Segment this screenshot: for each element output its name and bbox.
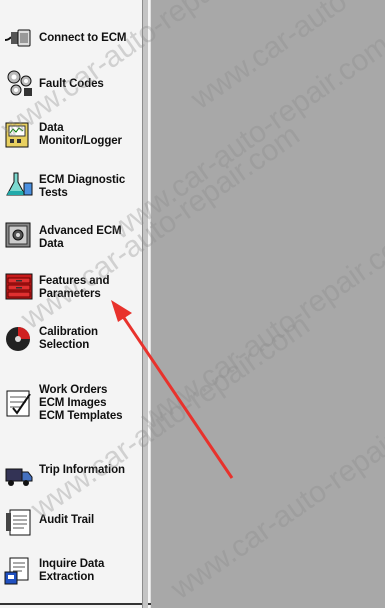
trip-truck-icon: [5, 468, 33, 486]
sidebar-item-connect-to-ecm[interactable]: Connect to ECM: [4, 24, 138, 54]
diagnostic-flask-icon: [6, 172, 33, 196]
calibration-disc-icon: [6, 327, 30, 351]
connector-cable-icon: [4, 29, 31, 47]
features-toolbox-icon: [5, 273, 33, 300]
sidebar-item-calibration-selection[interactable]: Calibration Selection: [4, 324, 138, 354]
sidebar-item-data-monitor-logger[interactable]: Data Monitor/Logger: [4, 120, 138, 150]
sidebar-bottom-border: [0, 603, 151, 605]
sidebar-item-advanced-ecm-data[interactable]: Advanced ECM Data: [4, 221, 138, 251]
sidebar-item-trip-information[interactable]: Trip Information: [4, 459, 138, 489]
advanced-data-icon: [5, 222, 31, 248]
sidebar-item-audit-trail[interactable]: Audit Trail: [4, 507, 138, 537]
sidebar-item-work-orders[interactable]: Work Orders ECM Images ECM Templates: [4, 384, 138, 423]
audit-trail-icon: [6, 509, 31, 536]
sidebar-scroll-edge: [142, 0, 148, 608]
sidebar-item-ecm-diagnostic-tests[interactable]: ECM Diagnostic Tests: [4, 170, 138, 200]
sidebar-item-fault-codes[interactable]: Fault Codes: [4, 68, 138, 98]
sidebar-item-inquire-data-extraction[interactable]: Inquire Data Extraction: [4, 556, 138, 586]
data-monitor-icon: [5, 122, 29, 148]
inquire-extraction-icon: [4, 557, 29, 585]
sidebar-item-features-and-parameters[interactable]: Features and Parameters: [4, 271, 138, 301]
work-orders-icon: [6, 390, 31, 417]
fault-codes-icon: [7, 70, 32, 96]
main-content-panel: [151, 0, 385, 608]
sidebar: Connect to ECM Fault Codes Data Monitor/…: [0, 0, 151, 608]
